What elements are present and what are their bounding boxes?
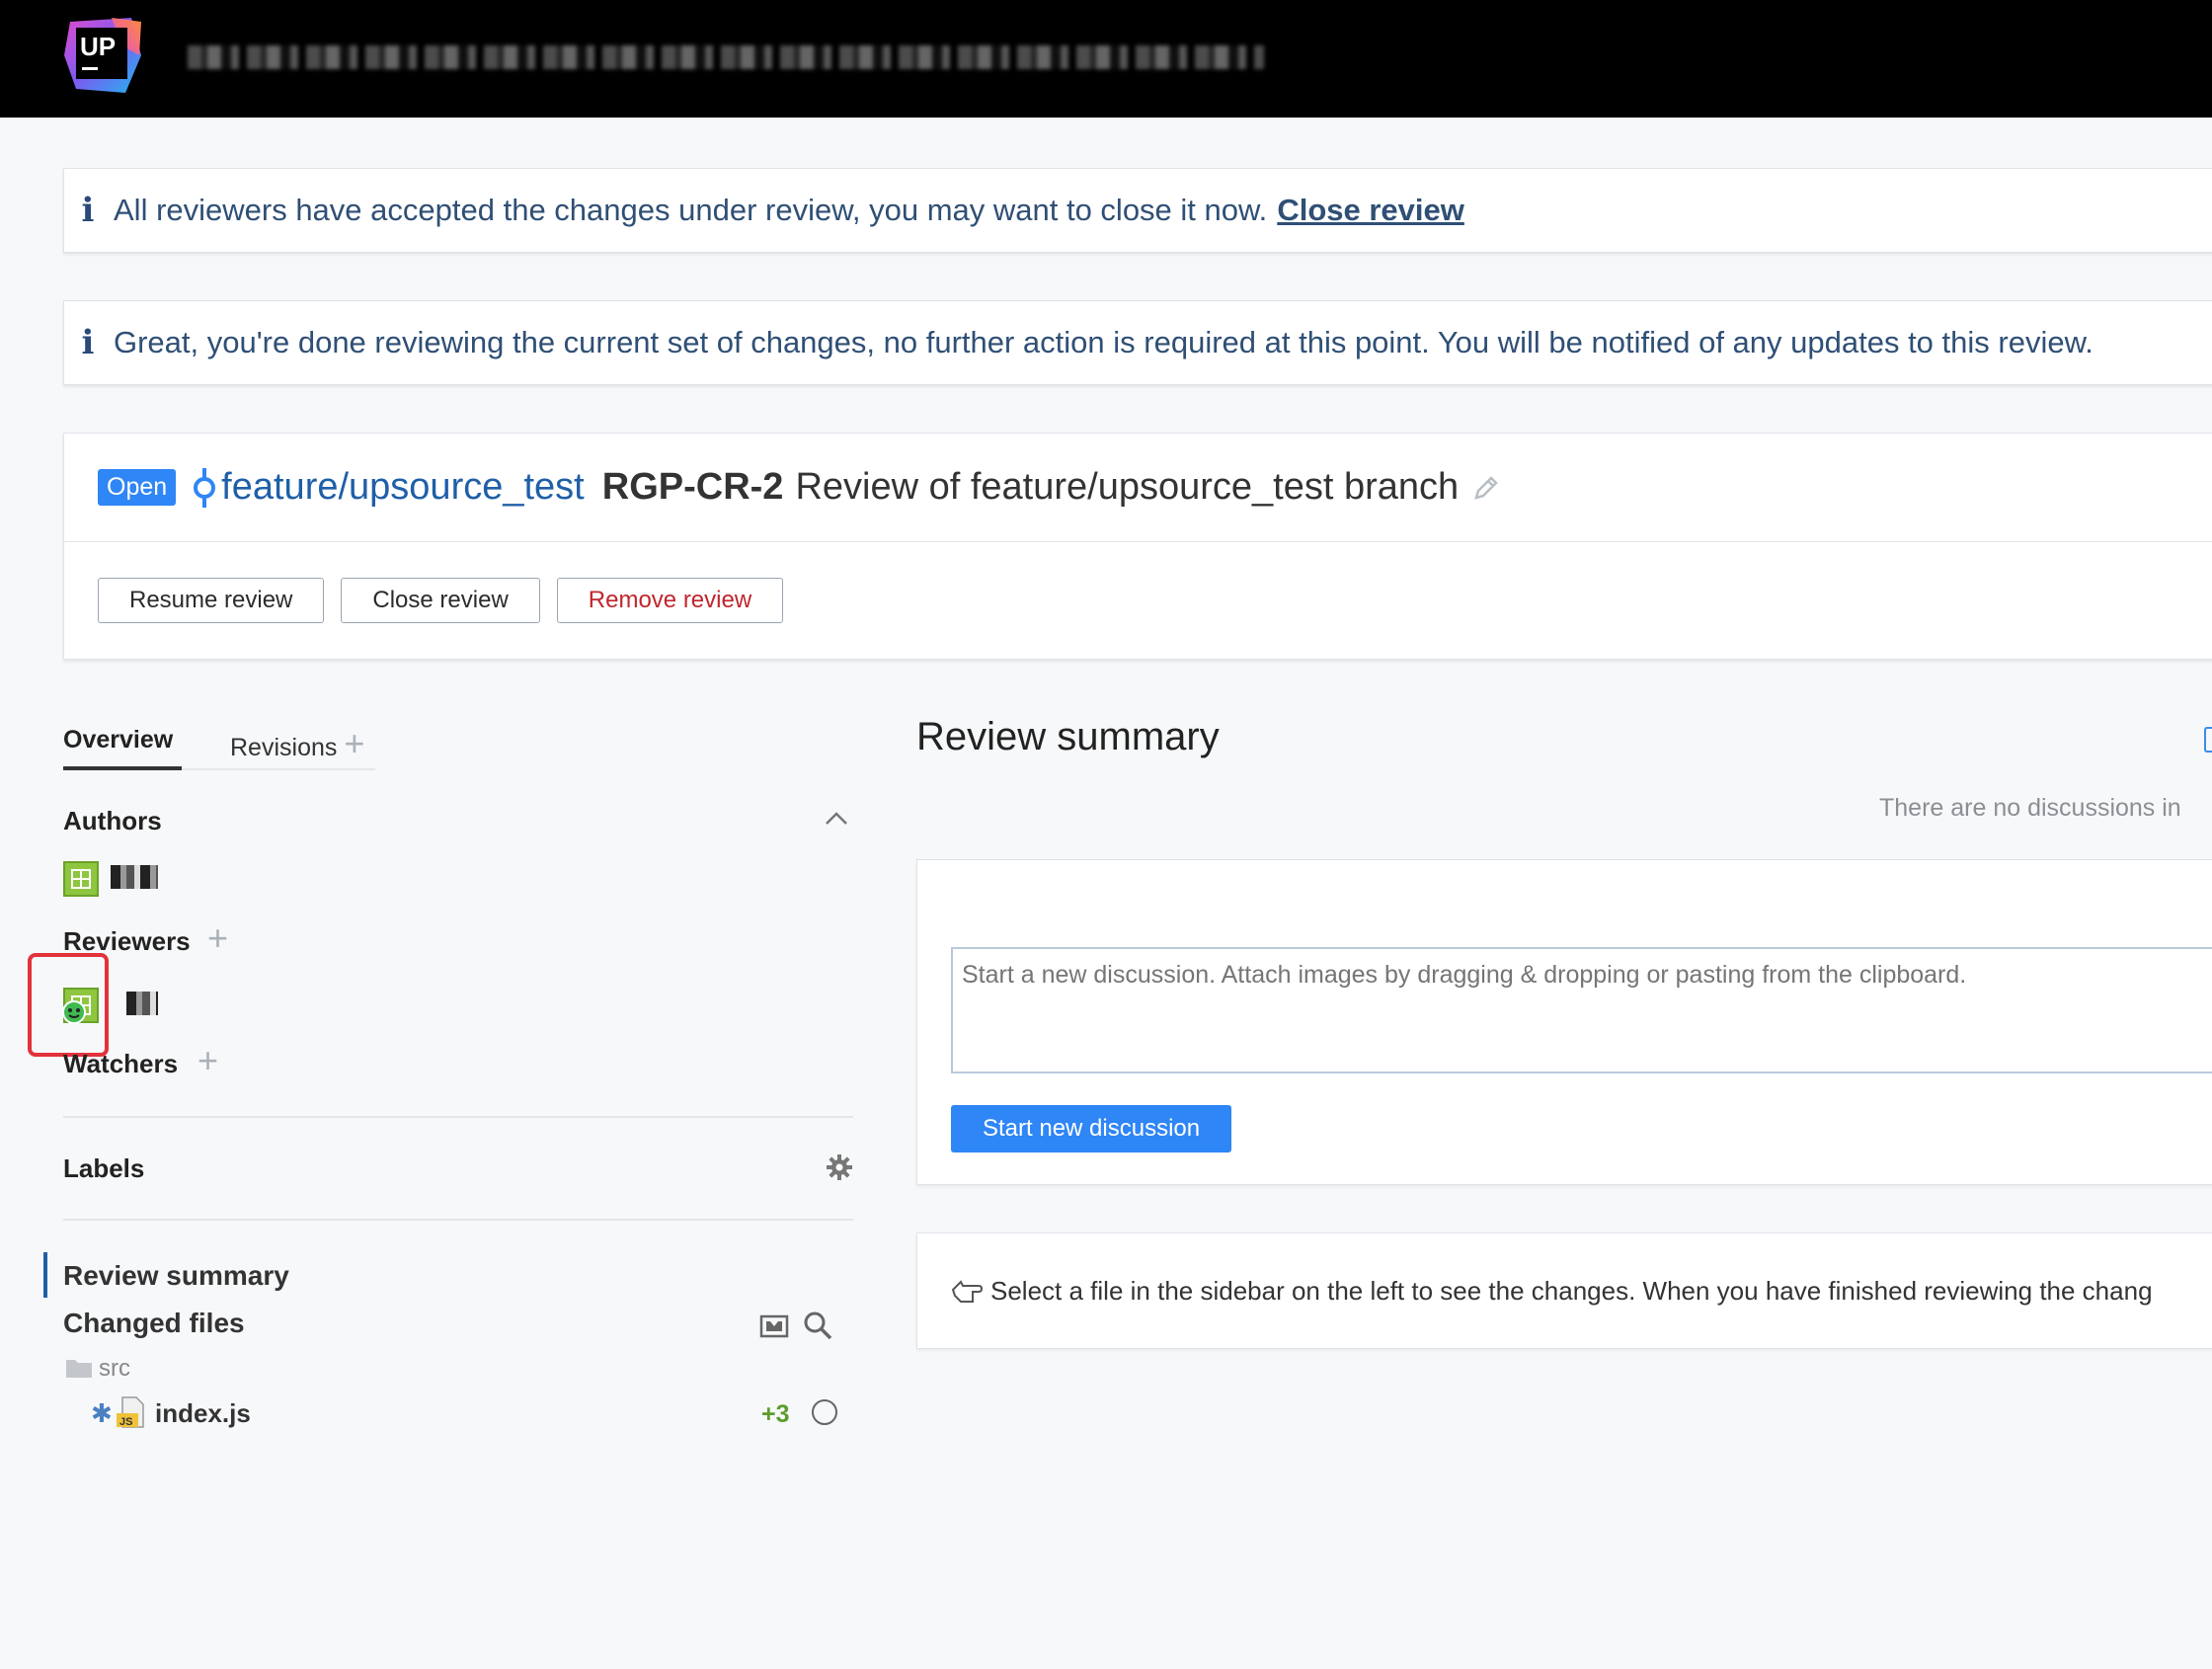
file-review-status-circle[interactable] bbox=[812, 1399, 837, 1425]
accepted-message: All reviewers have accepted the changes … bbox=[114, 193, 1268, 227]
divider bbox=[63, 1116, 853, 1118]
close-review-link[interactable]: Close review bbox=[1277, 193, 1464, 228]
review-header-card: Open feature/upsource_test RGP-CR-2 Revi… bbox=[63, 433, 2212, 660]
add-revision-icon[interactable]: + bbox=[344, 723, 364, 763]
folder-icon bbox=[66, 1360, 92, 1378]
nav-changed-files[interactable]: Changed files bbox=[63, 1308, 245, 1339]
accepted-check-icon bbox=[62, 1000, 86, 1024]
review-actions: Resume review Close review Remove review bbox=[98, 578, 784, 623]
author-avatar[interactable] bbox=[63, 861, 99, 897]
summary-toggle-icon[interactable] bbox=[2204, 727, 2212, 753]
done-message: Great, you're done reviewing the current… bbox=[114, 325, 2094, 359]
tab-revisions-label: Revisions bbox=[230, 734, 338, 761]
tab-revisions[interactable]: Revisions + bbox=[230, 726, 364, 762]
search-icon[interactable] bbox=[802, 1310, 833, 1341]
chevron-up-icon[interactable] bbox=[825, 810, 848, 826]
accepted-banner: i All reviewers have accepted the change… bbox=[63, 168, 2212, 253]
pencil-icon[interactable] bbox=[1472, 474, 1500, 502]
active-nav-indicator bbox=[43, 1252, 47, 1298]
info-icon: i bbox=[81, 323, 95, 362]
branch-icon bbox=[194, 467, 216, 508]
hint-text: Select a file in the sidebar on the left… bbox=[990, 1275, 2153, 1306]
active-tab-indicator bbox=[63, 766, 182, 770]
close-review-button[interactable]: Close review bbox=[341, 578, 540, 623]
svg-text:JS: JS bbox=[119, 1416, 132, 1428]
add-watcher-icon[interactable]: + bbox=[198, 1043, 218, 1078]
nav-review-summary[interactable]: Review summary bbox=[63, 1260, 289, 1292]
review-title: Review of feature/upsource_test branch bbox=[795, 466, 1460, 508]
done-banner: i Great, you're done reviewing the curre… bbox=[63, 300, 2212, 385]
remove-review-button[interactable]: Remove review bbox=[556, 578, 784, 623]
svg-text:UP: UP bbox=[80, 32, 116, 61]
reviewer-name bbox=[126, 992, 158, 1015]
review-id: RGP-CR-2 bbox=[601, 466, 784, 508]
branch-link[interactable]: feature/upsource_test bbox=[221, 466, 585, 509]
no-discussions-text: There are no discussions in bbox=[1879, 794, 2181, 822]
resume-review-button[interactable]: Resume review bbox=[98, 578, 325, 623]
folder-label[interactable]: src bbox=[99, 1355, 130, 1383]
info-icon: i bbox=[81, 191, 95, 230]
file-name[interactable]: index.js bbox=[155, 1398, 251, 1429]
top-bar: UP bbox=[0, 0, 2212, 118]
labels-label: Labels bbox=[63, 1153, 145, 1183]
tab-overview[interactable]: Overview bbox=[63, 726, 173, 755]
start-discussion-button[interactable]: Start new discussion bbox=[951, 1105, 1232, 1152]
pointing-hand-icon bbox=[951, 1280, 983, 1303]
js-file-icon: JS bbox=[117, 1396, 144, 1428]
add-reviewer-icon[interactable]: + bbox=[207, 920, 228, 956]
page-title: Review summary bbox=[916, 715, 1220, 758]
sidebar-tabs: Overview Revisions + bbox=[63, 721, 375, 770]
blurred-breadcrumb bbox=[188, 45, 1264, 69]
file-tree-mode-icon[interactable] bbox=[758, 1310, 790, 1341]
authors-label: Authors bbox=[63, 806, 162, 835]
status-badge: Open bbox=[98, 469, 177, 506]
gear-icon[interactable] bbox=[826, 1153, 853, 1181]
watchers-label: Watchers bbox=[63, 1049, 179, 1078]
author-name bbox=[111, 865, 158, 889]
modified-marker: ✱ bbox=[91, 1398, 113, 1428]
new-discussion-card: Start new discussion bbox=[916, 859, 2212, 1185]
discussion-input[interactable] bbox=[951, 947, 2212, 1073]
select-file-hint: Select a file in the sidebar on the left… bbox=[916, 1232, 2212, 1349]
file-additions: +3 bbox=[761, 1400, 790, 1428]
upsource-logo[interactable]: UP bbox=[62, 16, 143, 95]
divider bbox=[63, 1219, 853, 1221]
review-title-row: Open feature/upsource_test RGP-CR-2 Revi… bbox=[64, 434, 2212, 542]
